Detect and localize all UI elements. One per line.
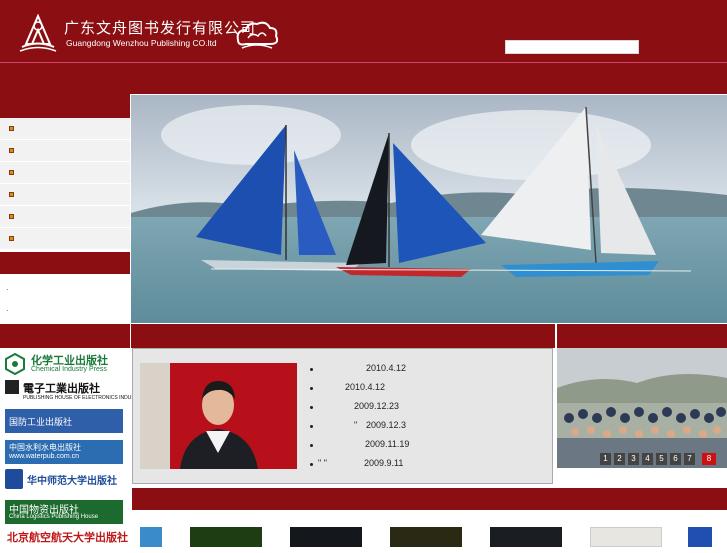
- bottom-section-bar: [132, 488, 727, 510]
- pager-page-8-active[interactable]: 8: [702, 453, 716, 465]
- divider-separator: [130, 324, 131, 348]
- news-item[interactable]: " 2009.12.3: [310, 420, 550, 438]
- square-bullet-icon: [9, 236, 14, 241]
- thumbnail-4[interactable]: [390, 527, 462, 547]
- news-item[interactable]: " " 2009.9.11: [310, 458, 550, 476]
- sidebar-item-1[interactable]: [0, 118, 130, 140]
- news-item[interactable]: 2009.11.19: [310, 439, 550, 457]
- publisher-english-name: PUBLISHING HOUSE OF ELECTRONICS INDUSTRY: [23, 395, 145, 401]
- sidebar-mark: .: [6, 303, 9, 313]
- square-bullet-icon: [9, 148, 14, 153]
- thumbnail-1[interactable]: [140, 527, 162, 547]
- bullet-dot-icon: [310, 406, 313, 409]
- square-bullet-icon: [9, 170, 14, 175]
- sidebar-section-bar: [0, 252, 130, 274]
- sidebar-item-3[interactable]: [0, 162, 130, 184]
- news-date: 2010.4.12: [366, 363, 407, 373]
- thumbnail-6[interactable]: [590, 527, 662, 547]
- publisher-name: 国防工业出版社: [9, 418, 73, 428]
- publisher-english-name: China Logistics Publishing House: [9, 514, 99, 520]
- news-item[interactable]: 2010.4.12: [310, 382, 550, 400]
- sidebar-item-2[interactable]: [0, 140, 130, 162]
- news-date: 2009.12.3: [366, 420, 407, 430]
- main-nav-bar[interactable]: [0, 63, 727, 94]
- thumbnail-2[interactable]: [190, 527, 262, 547]
- news-date: 2009.9.11: [364, 458, 404, 468]
- bullet-dot-icon: [310, 425, 313, 428]
- publisher-name: 中国水利水电出版社: [9, 443, 81, 452]
- publisher-logo-electronics-industry[interactable]: 電子工業出版社 PUBLISHING HOUSE OF ELECTRONICS …: [5, 380, 145, 404]
- pager-page-1[interactable]: 1: [600, 453, 611, 465]
- search-input[interactable]: [505, 40, 639, 54]
- pager-page-6[interactable]: 6: [670, 453, 681, 465]
- group-photo-image: [557, 348, 727, 468]
- news-title: " ": [318, 458, 327, 468]
- news-item[interactable]: 2010.4.12: [310, 363, 550, 381]
- pager-page-5[interactable]: 5: [656, 453, 667, 465]
- company-name-english: Guangdong Wenzhou Publishing CO.ltd: [66, 38, 217, 48]
- news-title: ": [354, 420, 358, 430]
- publisher-logo-national-defense[interactable]: 国防工业出版社: [5, 409, 123, 433]
- publisher-logo-water-power[interactable]: 中国水利水电出版社 www.waterpub.com.cn: [5, 440, 123, 464]
- pager-page-4[interactable]: 4: [642, 453, 653, 465]
- news-portrait-image: [140, 363, 297, 469]
- bullet-dot-icon: [310, 368, 313, 371]
- square-bullet-icon: [9, 192, 14, 197]
- thumbnail-3[interactable]: [290, 527, 362, 547]
- publisher-logo-central-china-normal[interactable]: 华中师范大学出版社: [5, 469, 123, 493]
- bullet-dot-icon: [310, 463, 313, 466]
- pager-page-2[interactable]: 2: [614, 453, 625, 465]
- chemical-press-logo-icon: [5, 353, 25, 375]
- ccnu-press-logo-icon: [5, 469, 23, 489]
- publisher-name: 電子工業出版社: [23, 382, 100, 395]
- pager-page-7[interactable]: 7: [684, 453, 695, 465]
- square-bullet-icon: [9, 126, 14, 131]
- news-date: 2009.12.23: [354, 401, 400, 411]
- sidebar-item-6[interactable]: [0, 228, 130, 250]
- auspicious-cloud-icon: [236, 21, 279, 49]
- divider-separator: [555, 324, 557, 348]
- publisher-english-name: www.waterpub.com.cn: [9, 453, 80, 460]
- news-date: 2009.11.19: [365, 439, 410, 449]
- sailboat-banner-image: [131, 95, 727, 323]
- square-bullet-icon: [9, 214, 14, 219]
- publisher-name: 华中师范大学出版社: [27, 476, 117, 487]
- pager-page-3[interactable]: 3: [628, 453, 639, 465]
- sidebar-item-5[interactable]: [0, 206, 130, 228]
- bullet-dot-icon: [310, 387, 313, 390]
- news-date: 2010.4.12: [345, 382, 386, 392]
- thumbnail-7[interactable]: [688, 527, 712, 547]
- news-item[interactable]: 2009.12.23: [310, 401, 550, 419]
- bullet-dot-icon: [310, 444, 313, 447]
- sidebar-mark: .: [6, 282, 9, 292]
- company-name-chinese: 广东文舟图书发行有限公司: [64, 19, 257, 37]
- electronics-press-logo-icon: [5, 380, 19, 394]
- publisher-english-name: Chemical Industry Press: [31, 366, 107, 373]
- publisher-logo-chemical-industry[interactable]: 化学工业出版社 Chemical Industry Press: [5, 352, 123, 376]
- section-divider-bar: [0, 324, 727, 348]
- publisher-logo-china-logistics[interactable]: 中国物资出版社 China Logistics Publishing House: [5, 500, 123, 524]
- publisher-logo-list: 化学工业出版社 Chemical Industry Press 電子工業出版社 …: [0, 348, 145, 553]
- publisher-name: 北京航空航天大学出版社: [7, 531, 128, 544]
- sidebar-menu: [0, 118, 130, 252]
- thumbnail-5[interactable]: [490, 527, 562, 547]
- book-thumbnail-strip: [132, 510, 727, 547]
- sidebar-header: [0, 94, 130, 118]
- sidebar-item-4[interactable]: [0, 184, 130, 206]
- publisher-logo-beihang[interactable]: 北京航空航天大学出版社: [5, 529, 128, 553]
- company-logo-icon[interactable]: [18, 14, 58, 52]
